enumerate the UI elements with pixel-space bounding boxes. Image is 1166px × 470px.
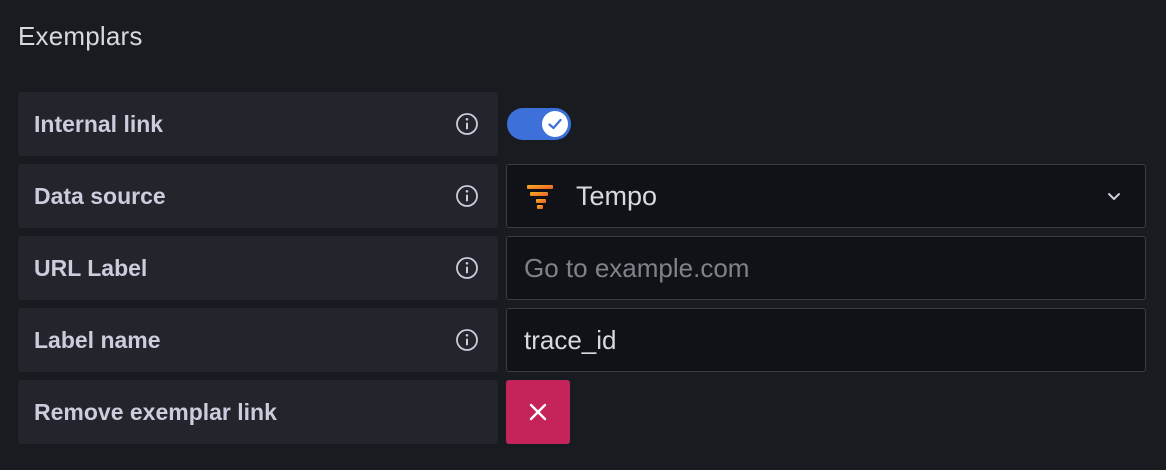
internal-link-toggle[interactable]: [507, 108, 571, 140]
section-title: Exemplars: [18, 21, 143, 51]
label-name-field-wrapper: [506, 308, 1146, 372]
label-name-input[interactable]: [507, 309, 1145, 371]
url-label-input[interactable]: [507, 237, 1145, 299]
label-name-row: Label name: [18, 308, 1166, 372]
url-label-label-box: URL Label: [18, 236, 498, 300]
label-name-label-box: Label name: [18, 308, 498, 372]
data-source-row: Data source Tempo: [18, 164, 1166, 228]
close-icon: [529, 403, 547, 421]
remove-exemplar-label-box: Remove exemplar link: [18, 380, 498, 444]
url-label-row: URL Label: [18, 236, 1166, 300]
check-icon: [548, 118, 562, 130]
remove-exemplar-row: Remove exemplar link: [18, 380, 1166, 444]
info-icon[interactable]: [455, 112, 479, 136]
tempo-logo-icon: [527, 185, 553, 209]
toggle-knob: [542, 111, 568, 137]
internal-link-row: Internal link: [18, 92, 1166, 156]
remove-exemplar-button[interactable]: [506, 380, 570, 444]
data-source-select[interactable]: Tempo: [506, 164, 1146, 228]
info-icon[interactable]: [455, 256, 479, 280]
data-source-label-box: Data source: [18, 164, 498, 228]
info-icon[interactable]: [455, 328, 479, 352]
chevron-down-icon: [1108, 193, 1120, 200]
info-icon[interactable]: [455, 184, 479, 208]
internal-link-label: Internal link: [34, 111, 164, 137]
url-label-field-wrapper: [506, 236, 1146, 300]
url-label-label: URL Label: [34, 255, 148, 281]
internal-link-label-box: Internal link: [18, 92, 498, 156]
remove-exemplar-label: Remove exemplar link: [34, 399, 277, 425]
label-name-label: Label name: [34, 327, 161, 353]
data-source-label: Data source: [34, 183, 166, 209]
data-source-value: Tempo: [576, 181, 658, 211]
